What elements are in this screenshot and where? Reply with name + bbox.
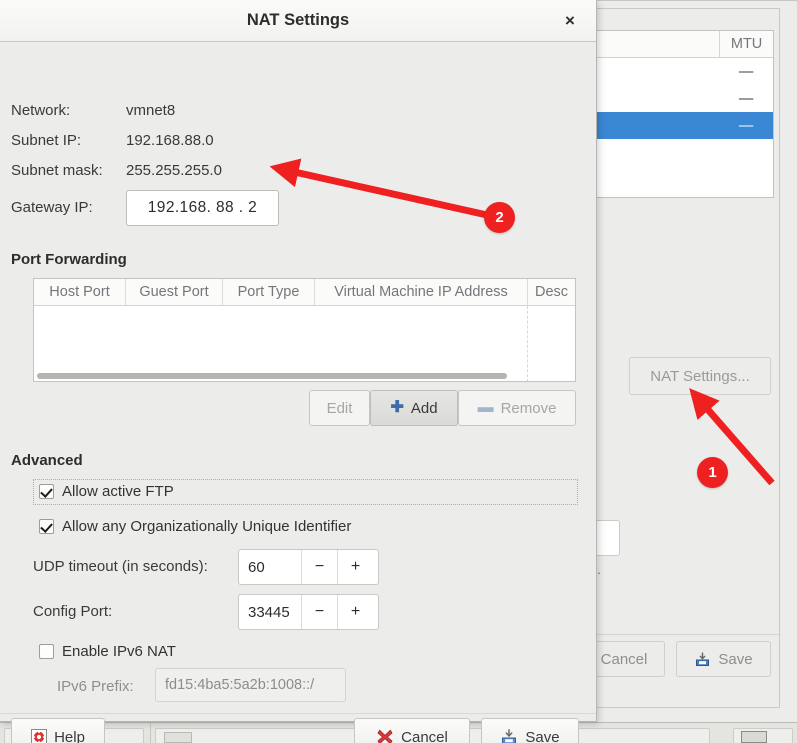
add-button[interactable]: ✚ Add (370, 390, 458, 426)
add-label: Add (410, 399, 438, 417)
screen: bnet IP Address MTU — 2.168.75.0 — 2.168… (0, 0, 797, 743)
cancel-label: Cancel (401, 728, 448, 743)
dialog-footer-separator (0, 713, 596, 714)
config-port-increment-button[interactable]: + (337, 595, 373, 629)
monitor-icon (741, 731, 767, 743)
dialog-title: NAT Settings (246, 11, 350, 29)
background-save-label: Save (718, 650, 753, 668)
port-forwarding-rows (34, 306, 575, 381)
background-cancel-label: Cancel (600, 650, 648, 668)
save-label: Save (525, 728, 560, 743)
close-icon[interactable]: × (560, 11, 580, 31)
horizontal-scrollbar[interactable] (37, 373, 507, 379)
config-port-decrement-button[interactable]: − (301, 595, 337, 629)
subnet-ip-label: Subnet IP: (11, 132, 82, 149)
allow-oui-checkbox[interactable]: Allow any Organizationally Unique Identi… (39, 518, 351, 535)
subnet-ip-value: 192.168.88.0 (126, 132, 214, 149)
background-save-button[interactable]: Save (676, 641, 771, 677)
column-header-guest-port[interactable]: Guest Port (126, 279, 223, 305)
enable-ipv6-nat-label: Enable IPv6 NAT (62, 643, 176, 660)
column-header-mtu[interactable]: MTU (719, 31, 773, 57)
subnet-mask-label: Subnet mask: (11, 162, 103, 179)
plus-icon: ✚ (390, 399, 404, 416)
cell-mtu: — (738, 90, 754, 107)
edit-button[interactable]: Edit (309, 390, 370, 426)
udp-timeout-value[interactable]: 60 (239, 550, 301, 584)
column-header-port-type[interactable]: Port Type (223, 279, 315, 305)
udp-timeout-spinner[interactable]: 60 − + (238, 549, 379, 585)
cancel-button[interactable]: Cancel (354, 718, 470, 743)
taskbar-separator (150, 723, 151, 743)
column-divider (527, 306, 529, 381)
help-icon (31, 729, 48, 743)
subnet-mask-value: 255.255.255.0 (126, 162, 222, 179)
port-forwarding-table[interactable]: Host Port Guest Port Port Type Virtual M… (33, 278, 576, 382)
ipv6-prefix-label: IPv6 Prefix: (57, 678, 134, 695)
save-button[interactable]: Save (481, 718, 579, 743)
dialog-titlebar[interactable]: NAT Settings × (0, 0, 596, 42)
allow-active-ftp-checkbox[interactable]: Allow active FTP (39, 483, 174, 500)
udp-timeout-increment-button[interactable]: + (337, 550, 373, 584)
subnet-ip-row: Subnet IP: 192.168.88.0 (11, 132, 214, 149)
network-value: vmnet8 (126, 102, 176, 119)
network-label: Network: (11, 102, 71, 119)
table-header-row: Host Port Guest Port Port Type Virtual M… (34, 279, 575, 306)
udp-timeout-decrement-button[interactable]: − (301, 550, 337, 584)
edit-label: Edit (326, 399, 353, 417)
ipv6-prefix-input[interactable]: fd15:4ba5:5a2b:1008::/ (155, 668, 346, 702)
remove-label: Remove (500, 399, 557, 417)
gateway-ip-input[interactable]: 192.168. 88 . 2 (126, 190, 279, 226)
remove-button[interactable]: ▬ Remove (458, 390, 576, 426)
minus-icon: ▬ (477, 399, 494, 416)
save-icon (694, 651, 711, 668)
taskbar-item[interactable] (733, 728, 793, 743)
annotation-badge-2: 2 (484, 202, 515, 233)
help-label: Help (54, 728, 85, 743)
help-button[interactable]: Help (11, 718, 105, 743)
column-header-description[interactable]: Desc (528, 279, 575, 305)
cell-mtu: — (738, 63, 754, 80)
gateway-ip-label: Gateway IP: (11, 199, 93, 216)
allow-oui-label: Allow any Organizationally Unique Identi… (62, 518, 352, 535)
network-row: Network: vmnet8 (11, 102, 175, 119)
save-icon (500, 728, 518, 743)
cell-mtu: — (738, 117, 754, 134)
enable-ipv6-nat-checkbox[interactable]: Enable IPv6 NAT (39, 643, 176, 660)
config-port-label: Config Port: (33, 603, 113, 620)
window-icon (164, 732, 192, 743)
subnet-mask-row: Subnet mask: 255.255.255.0 (11, 162, 222, 179)
config-port-value[interactable]: 33445 (239, 595, 301, 629)
nat-settings-button[interactable]: NAT Settings... (629, 357, 771, 395)
allow-active-ftp-label: Allow active FTP (62, 483, 174, 500)
checkbox-icon (39, 484, 54, 499)
nat-settings-dialog: NAT Settings × Network: vmnet8 Subnet IP… (0, 0, 597, 743)
annotation-badge-1: 1 (697, 457, 728, 488)
config-port-spinner[interactable]: 33445 − + (238, 594, 379, 630)
checkbox-icon (39, 644, 54, 659)
port-forwarding-title: Port Forwarding (11, 251, 127, 268)
checkbox-icon (39, 519, 54, 534)
advanced-title: Advanced (11, 452, 83, 469)
column-header-vm-ip-address[interactable]: Virtual Machine IP Address (315, 279, 528, 305)
column-header-host-port[interactable]: Host Port (34, 279, 126, 305)
udp-timeout-label: UDP timeout (in seconds): (33, 558, 208, 575)
cancel-icon (376, 728, 394, 743)
